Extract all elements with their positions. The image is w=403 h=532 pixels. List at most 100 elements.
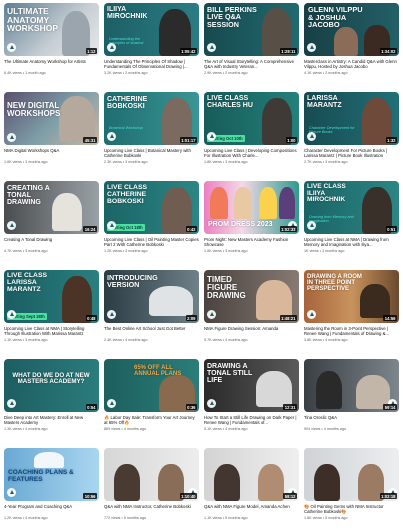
video-thumbnail[interactable]: Catherine Bobkoski Botanical Workshop 1:01…	[104, 92, 199, 145]
video-title[interactable]: Prom Night: New Masters Academy Fashion …	[204, 237, 299, 248]
video-title[interactable]: The Ultimate Anatomy Workshop for Artist…	[4, 59, 99, 70]
video-title[interactable]: Upcoming Live Class at NMA | Drawing fro…	[304, 237, 399, 248]
video-title[interactable]: 🎨 Oil Painting Gems with NMA Instructor …	[304, 504, 399, 515]
video-stats: 2.9K views • 2 months ago	[204, 70, 248, 75]
thumbnail-figure	[210, 187, 228, 219]
video-card[interactable]: Drawing a Tonal Still Life 12:31 How To St…	[204, 359, 299, 431]
video-thumbnail[interactable]: Glenn Vilppu & Joshua Jacobo 1:34:02	[304, 3, 399, 56]
video-thumbnail[interactable]: 1:10:40	[104, 448, 199, 501]
video-card[interactable]: Prom Dress 2023 1:02:33 Prom Night: New Ma…	[204, 181, 299, 253]
duration-badge: 58:12	[283, 493, 297, 499]
video-card[interactable]: Introducing Version 2:09 The Best Online A…	[104, 270, 199, 342]
video-meta: Q&A with NMA Instructor, Catherine Bobko…	[104, 504, 199, 520]
video-thumbnail[interactable]: 58:12	[204, 448, 299, 501]
video-thumbnail[interactable]: Larissa Marantz Character Development for…	[304, 92, 399, 145]
video-card[interactable]: Ultimate Anatomy Workshop 1:12 The Ultimat…	[4, 3, 99, 75]
video-thumbnail[interactable]: Creating a Tonal Drawing 16:24	[4, 181, 99, 234]
video-thumbnail[interactable]: Drawing a Tonal Still Life 12:31	[204, 359, 299, 412]
video-thumbnail[interactable]: 65% Off All Annual Plans 0:36	[104, 359, 199, 412]
duration-badge: 10:56	[83, 493, 97, 499]
video-title[interactable]: Q&A with NMA Instructor, Catherine Bobko…	[104, 504, 199, 515]
video-stats: 1.1K views • 5 months ago	[204, 515, 248, 520]
nma-triangle-logo-icon	[307, 43, 316, 52]
video-title[interactable]: The Best Online Art School Just Got Bett…	[104, 326, 199, 337]
video-card[interactable]: 58:12 Q&A with NMA Figure Model, Amanda A…	[204, 448, 299, 520]
video-card[interactable]: Glenn Vilppu & Joshua Jacobo 1:34:02 Maste…	[304, 3, 399, 75]
video-title[interactable]: Mastering the Room in 3-Point Perspectiv…	[304, 326, 399, 337]
video-card[interactable]: Creating a Tonal Drawing 16:24 Creating A …	[4, 181, 99, 253]
video-thumbnail[interactable]: 1:02:18	[304, 448, 399, 501]
video-card[interactable]: Live Class Catherine Bobkoski Starting Oc…	[104, 181, 199, 253]
duration-badge: 2:09	[185, 315, 197, 321]
video-meta: The Art of Visual Storytelling: A Compre…	[204, 59, 299, 75]
video-thumbnail[interactable]: New Digital Workshops 45:31	[4, 92, 99, 145]
video-card[interactable]: Live Class Iliiya Mirochnik Drawing from …	[304, 181, 399, 253]
nma-triangle-logo-icon	[107, 221, 116, 230]
video-thumbnail[interactable]: Live Class Iliiya Mirochnik Drawing from …	[304, 181, 399, 234]
video-card[interactable]: 1:10:40 Q&A with NMA Instructor, Catherin…	[104, 448, 199, 520]
video-thumbnail[interactable]: Iliiya Mirochnik Understanding the princi…	[104, 3, 199, 56]
video-title[interactable]: NMA Figure Drawing Session: Amanda	[204, 326, 299, 337]
thumbnail-title: Coaching Plans & Features	[8, 469, 74, 483]
video-card[interactable]: New Digital Workshops 45:31 NMA Digital Wo…	[4, 92, 99, 164]
video-title[interactable]: 🔥 Labor Day Sale: Transform Your Art Jou…	[104, 415, 199, 426]
video-card[interactable]: Drawing a Room in Three Point Perspectiv…	[304, 270, 399, 342]
video-stats: 9.7K views • 4 months ago	[204, 337, 248, 342]
video-thumbnail[interactable]: Live Class Larissa Marantz Starting Sept …	[4, 270, 99, 323]
video-thumbnail[interactable]: Live Class Charles Hu Starting Oct 10th 1:…	[204, 92, 299, 145]
video-title[interactable]: Tina Oroslic Q&A	[304, 415, 399, 426]
nma-triangle-logo-icon	[207, 43, 216, 52]
thumbnail-title: Timed Figure Drawing	[207, 275, 246, 301]
video-title[interactable]: Upcoming Live Class | Botanical Mastery …	[104, 148, 199, 159]
video-thumbnail[interactable]: Bill Perkins Live Q&A Session 1:28:11	[204, 3, 299, 56]
nma-triangle-logo-icon	[207, 132, 216, 141]
video-thumbnail[interactable]: What do we do at New Masters Academy? 0:5…	[4, 359, 99, 412]
video-stats: 6.4K views • 1 month ago	[4, 70, 46, 75]
video-card[interactable]: Coaching Plans & Features 10:56 4-Year Pro…	[4, 448, 99, 520]
video-card[interactable]: 65% Off All Annual Plans 0:36 🔥 Labor Day …	[104, 359, 199, 431]
video-title[interactable]: Upcoming Live Class at NMA | Storytellin…	[4, 326, 99, 337]
video-thumbnail[interactable]: 59:14	[304, 359, 399, 412]
video-title[interactable]: Masterclass in Artistry: A Candid Q&A wi…	[304, 59, 399, 70]
video-stats: 1.1K views • 3 months ago	[4, 337, 48, 342]
video-thumbnail[interactable]: Drawing a Room in Three Point Perspectiv…	[304, 270, 399, 323]
video-title[interactable]: Understanding The Principles Of Shadow |…	[104, 59, 199, 70]
duration-badge: 0:51	[385, 226, 397, 232]
video-card[interactable]: Timed Figure Drawing 1:48:21 NMA Figure Dr…	[204, 270, 299, 342]
video-card[interactable]: What do we do at New Masters Academy? 0:5…	[4, 359, 99, 431]
video-thumbnail[interactable]: Coaching Plans & Features 10:56	[4, 448, 99, 501]
video-meta: Upcoming Live Class at NMA | Drawing fro…	[304, 237, 399, 253]
video-card[interactable]: 59:14 Tina Oroslic Q&A 904 views • 4 month…	[304, 359, 399, 431]
duration-badge: 1:28:11	[279, 48, 297, 54]
video-stats: 1.6K views • 3 months ago	[4, 159, 48, 164]
video-stats: 4.7K views • 3 months ago	[4, 248, 48, 253]
video-card[interactable]: Catherine Bobkoski Botanical Workshop 1:01…	[104, 92, 199, 164]
video-title[interactable]: Creating A Tonal Drawing	[4, 237, 99, 248]
video-title[interactable]: Q&A with NMA Figure Model, Amanda Achen	[204, 504, 299, 515]
video-meta: The Best Online Art School Just Got Bett…	[104, 326, 199, 342]
video-title[interactable]: 4-Year Program and Coaching Q&A	[4, 504, 99, 515]
video-card[interactable]: Live Class Charles Hu Starting Oct 10th 1:…	[204, 92, 299, 164]
video-card[interactable]: Live Class Larissa Marantz Starting Sept …	[4, 270, 99, 342]
video-thumbnail[interactable]: Prom Dress 2023 1:02:33	[204, 181, 299, 234]
video-title[interactable]: Upcoming Live Class | Oil Painting Maste…	[104, 237, 199, 248]
video-thumbnail[interactable]: Timed Figure Drawing 1:48:21	[204, 270, 299, 323]
video-thumbnail[interactable]: Live Class Catherine Bobkoski Starting Oc…	[104, 181, 199, 234]
duration-badge: 12:31	[283, 404, 297, 410]
video-meta: Q&A with NMA Figure Model, Amanda Achen 1…	[204, 504, 299, 520]
video-title[interactable]: Upcoming Live Class | Developing Composi…	[204, 148, 299, 159]
video-card[interactable]: Iliiya Mirochnik Understanding the princi…	[104, 3, 199, 75]
thumbnail-title: Glenn Vilppu & Joshua Jacobo	[308, 5, 363, 30]
video-title[interactable]: NMA Digital Workshops Q&A	[4, 148, 99, 159]
video-title[interactable]: The Art of Visual Storytelling: A Compre…	[204, 59, 299, 70]
video-thumbnail[interactable]: Introducing Version 2:09	[104, 270, 199, 323]
video-title[interactable]: Character Development For Picture Books …	[304, 148, 399, 159]
video-card[interactable]: Bill Perkins Live Q&A Session 1:28:11 The …	[204, 3, 299, 75]
thumbnail-title: Live Class Larissa Marantz	[7, 272, 48, 293]
video-card[interactable]: Larissa Marantz Character Development for…	[304, 92, 399, 164]
video-title[interactable]: Dive Deep into Art Mastery: Enroll at Ne…	[4, 415, 99, 426]
video-thumbnail[interactable]: Ultimate Anatomy Workshop 1:12	[4, 3, 99, 56]
nma-triangle-logo-icon	[107, 132, 116, 141]
video-card[interactable]: 1:02:18 🎨 Oil Painting Gems with NMA Inst…	[304, 448, 399, 520]
video-title[interactable]: How To Start a Still Life Drawing on Dar…	[204, 415, 299, 426]
